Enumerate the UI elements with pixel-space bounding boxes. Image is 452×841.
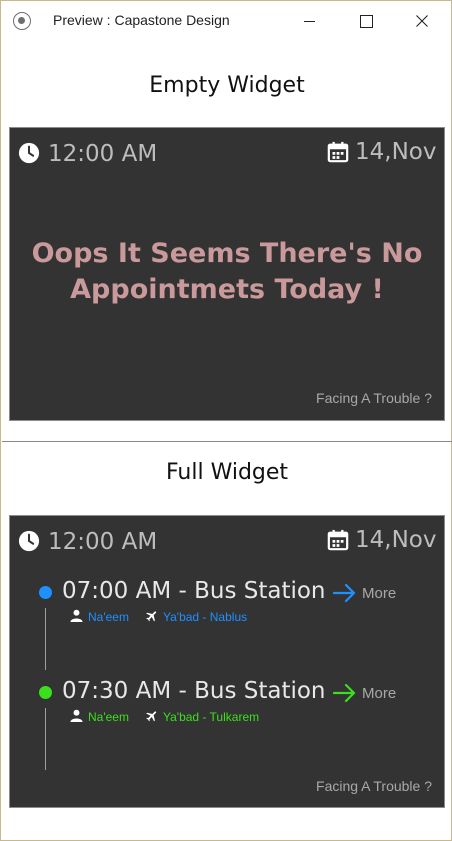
person-icon [70, 709, 83, 722]
app-icon [13, 12, 31, 30]
plane-icon [146, 711, 157, 722]
person-icon [70, 609, 83, 622]
passenger-name: Na'eem [88, 710, 129, 724]
more-button[interactable]: More [362, 585, 396, 602]
route-text: Ya'bad - Nablus [163, 610, 248, 624]
minimize-button[interactable] [280, 1, 338, 41]
timeline-line [45, 608, 46, 670]
timeline-line [45, 708, 46, 770]
window-title: Preview : Capastone Design [53, 12, 230, 28]
clock-icon [18, 530, 40, 552]
arrow-right-icon[interactable] [333, 583, 357, 603]
empty-widget: 12:00 AM 14,Nov Oops It Seems There's No… [9, 127, 445, 421]
section-divider [2, 441, 452, 442]
widget-time: 12:00 AM [48, 529, 158, 555]
empty-widget-heading: Empty Widget [149, 73, 305, 98]
route-text: Ya'bad - Tulkarem [163, 710, 260, 724]
calendar-icon [327, 141, 349, 163]
title-bar[interactable]: Preview : Capastone Design [1, 1, 451, 41]
full-widget-heading: Full Widget [165, 460, 289, 485]
plane-icon [146, 611, 157, 622]
facing-trouble-link[interactable]: Facing A Trouble ? [316, 778, 432, 794]
preview-window: Preview : Capastone Design Empty Widget … [0, 0, 452, 841]
arrow-right-icon[interactable] [333, 683, 357, 703]
appointment-item: 07:30 AM - Bus Station More Na'eem Ya'ba… [10, 678, 444, 780]
message-line-1: Oops It Seems There's No [31, 238, 423, 269]
clock-icon [18, 142, 40, 164]
widget-time: 12:00 AM [48, 141, 158, 167]
maximize-button[interactable] [336, 1, 394, 41]
passenger-name: Na'eem [88, 610, 129, 624]
close-icon [416, 15, 428, 27]
appointment-item: 07:00 AM - Bus Station More Na'eem Ya'ba… [10, 578, 444, 680]
status-dot [39, 686, 52, 699]
message-line-2: Appointmets Today ! [70, 274, 384, 305]
status-dot [39, 586, 52, 599]
calendar-icon [327, 529, 349, 551]
appointment-title: 07:30 AM - Bus Station [62, 678, 326, 704]
appointment-title: 07:00 AM - Bus Station [62, 578, 326, 604]
more-button[interactable]: More [362, 685, 396, 702]
full-widget: 12:00 AM 14,Nov 07:00 AM - Bus Station M… [9, 515, 445, 808]
close-button[interactable] [393, 1, 451, 41]
facing-trouble-link[interactable]: Facing A Trouble ? [316, 390, 432, 406]
no-appointments-message: Oops It Seems There's No Appointmets Tod… [10, 236, 444, 308]
widget-date: 14,Nov [355, 527, 437, 553]
widget-date: 14,Nov [355, 139, 437, 165]
